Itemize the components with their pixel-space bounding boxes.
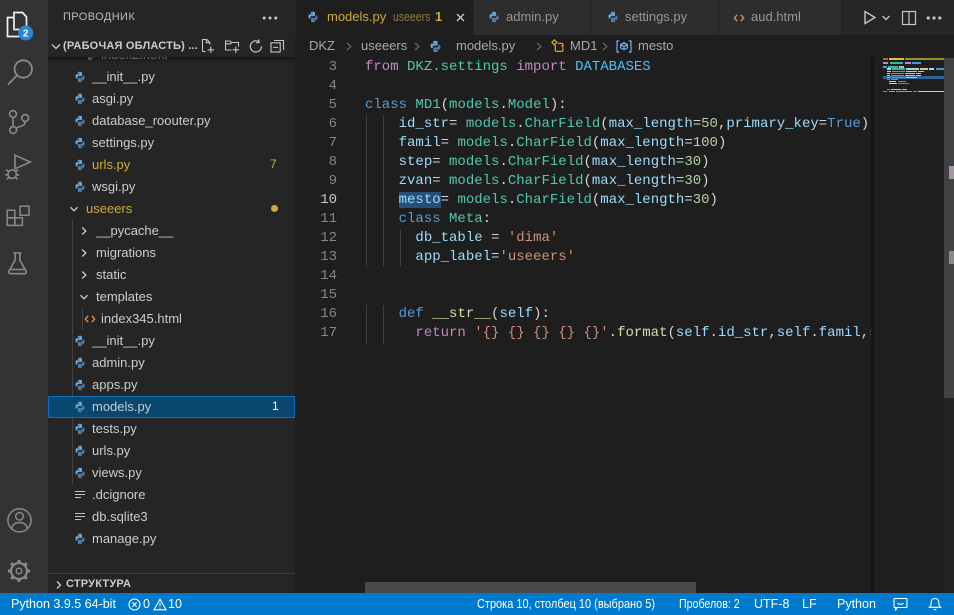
svg-text:2: 2: [23, 29, 29, 40]
